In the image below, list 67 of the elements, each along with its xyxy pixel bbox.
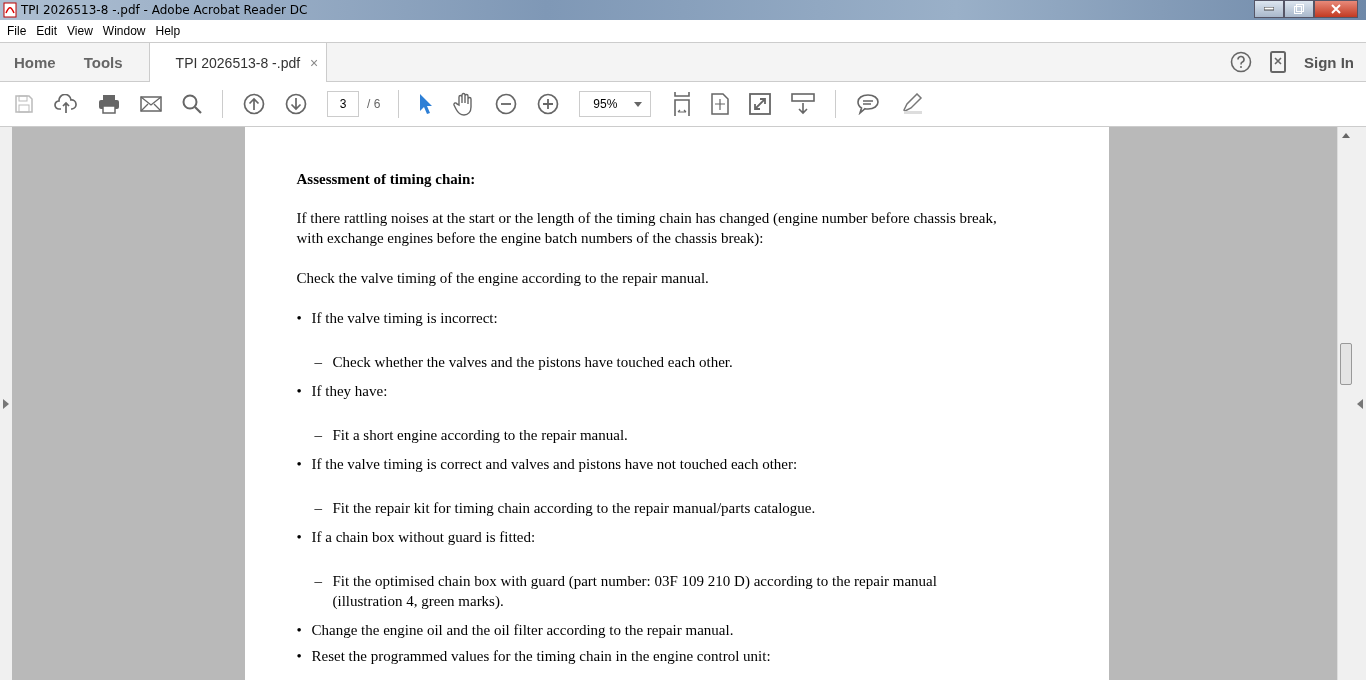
- close-tab-button[interactable]: ×: [310, 54, 319, 71]
- close-button[interactable]: [1314, 0, 1358, 18]
- window-title: TPI 2026513-8 -.pdf - Adobe Acrobat Reader DC: [21, 3, 308, 17]
- bullet-mark: •: [296, 455, 303, 474]
- minimize-icon: [1264, 7, 1274, 11]
- menu-item[interactable]: Window: [97, 24, 151, 38]
- vertical-scrollbar[interactable]: [1337, 127, 1354, 680]
- mobile-device-icon[interactable]: [1270, 51, 1286, 73]
- list-item-text: Check whether the valves and the pistons have touched each other.: [332, 353, 734, 372]
- arrow-down-circle-icon[interactable]: [285, 93, 307, 115]
- search-icon[interactable]: [182, 94, 202, 114]
- dash-mark: –: [314, 353, 323, 372]
- paragraph: Check the valve timing of the engine according to the repair manual.: [296, 269, 710, 288]
- page-fit-icon[interactable]: [673, 91, 692, 117]
- list-item-text: If a chain box without guard is fitted:: [311, 528, 537, 547]
- zoom-dropdown[interactable]: 95%: [579, 91, 652, 117]
- paragraph: If there rattling noises at the start or the length of the timing chain has changed (engine number before chassis break, with exchange engines before the engine batch numbers of the chassis break):: [296, 209, 998, 248]
- caret-icon: [634, 101, 643, 107]
- bullet-mark: •: [296, 382, 303, 401]
- restore-icon: [1294, 4, 1304, 14]
- menu-item[interactable]: Help: [150, 24, 186, 38]
- pointer-icon[interactable]: [419, 93, 434, 115]
- close-icon: [1331, 4, 1341, 14]
- bullet-mark: •: [296, 309, 303, 328]
- highlighter-icon[interactable]: [900, 93, 925, 115]
- dash-mark: –: [314, 499, 323, 518]
- full-screen-icon[interactable]: [749, 93, 772, 115]
- tab[interactable]: TPI 2026513-8 -.pdf ×: [148, 43, 328, 82]
- page-count: / 6: [367, 97, 381, 111]
- comment-icon[interactable]: [856, 93, 881, 115]
- list-item-text: Fit the repair kit for timing chain according to the repair manual/parts catalogue.: [332, 499, 817, 518]
- list-item-text: Fit a short engine according to the repair manual.: [332, 426, 629, 445]
- document-arrows-icon[interactable]: [711, 93, 730, 115]
- zoom-out-icon[interactable]: [495, 93, 518, 115]
- menu-item[interactable]: File: [2, 24, 32, 38]
- cloud-upload-icon[interactable]: [54, 94, 78, 114]
- list-item-text: Reset the programmed values for the timing chain in the engine control unit:: [311, 647, 772, 666]
- help-icon[interactable]: [1230, 51, 1252, 73]
- list-item-text: Change the engine oil and the oil filter according to the repair manual.: [311, 621, 735, 640]
- arrow-up-circle-icon[interactable]: [243, 93, 265, 115]
- menu-item[interactable]: Edit: [31, 24, 63, 38]
- dash-mark: –: [314, 572, 323, 591]
- scroll-up-icon[interactable]: [1342, 133, 1350, 138]
- tab[interactable]: Home: [0, 43, 70, 81]
- list-item-text: If the valve timing is incorrect:: [311, 309, 499, 328]
- scroll-thumb[interactable]: [1340, 343, 1352, 385]
- maximize-button[interactable]: [1284, 0, 1314, 18]
- section-heading: Assessment of timing chain:: [296, 170, 477, 189]
- minimize-button[interactable]: [1254, 0, 1284, 18]
- page-number-field[interactable]: 3: [327, 91, 359, 117]
- print-icon[interactable]: [98, 94, 120, 114]
- dash-mark: –: [314, 426, 323, 445]
- expand-right-panel-icon[interactable]: [1357, 398, 1363, 409]
- bullet-mark: •: [296, 621, 303, 640]
- sign-in-link[interactable]: Sign In: [1304, 53, 1354, 71]
- expand-left-panel-icon[interactable]: [3, 398, 9, 409]
- pdf-icon: [3, 2, 17, 18]
- list-item-text: If the valve timing is correct and valves and pistons have not touched each other:: [311, 455, 799, 474]
- keyboard-download-icon[interactable]: [791, 93, 816, 115]
- mail-icon[interactable]: [140, 96, 162, 112]
- bullet-mark: •: [296, 647, 303, 666]
- list-item-text: If they have:: [311, 382, 389, 401]
- menu-item[interactable]: View: [62, 24, 98, 38]
- zoom-in-icon[interactable]: [537, 93, 560, 115]
- tab[interactable]: Tools: [69, 43, 137, 81]
- bullet-mark: •: [296, 528, 303, 547]
- list-item-text: Fit the optimised chain box with guard (part number: 03F 109 210 D) according to the repair manual (illustration 4, green marks).: [332, 572, 938, 611]
